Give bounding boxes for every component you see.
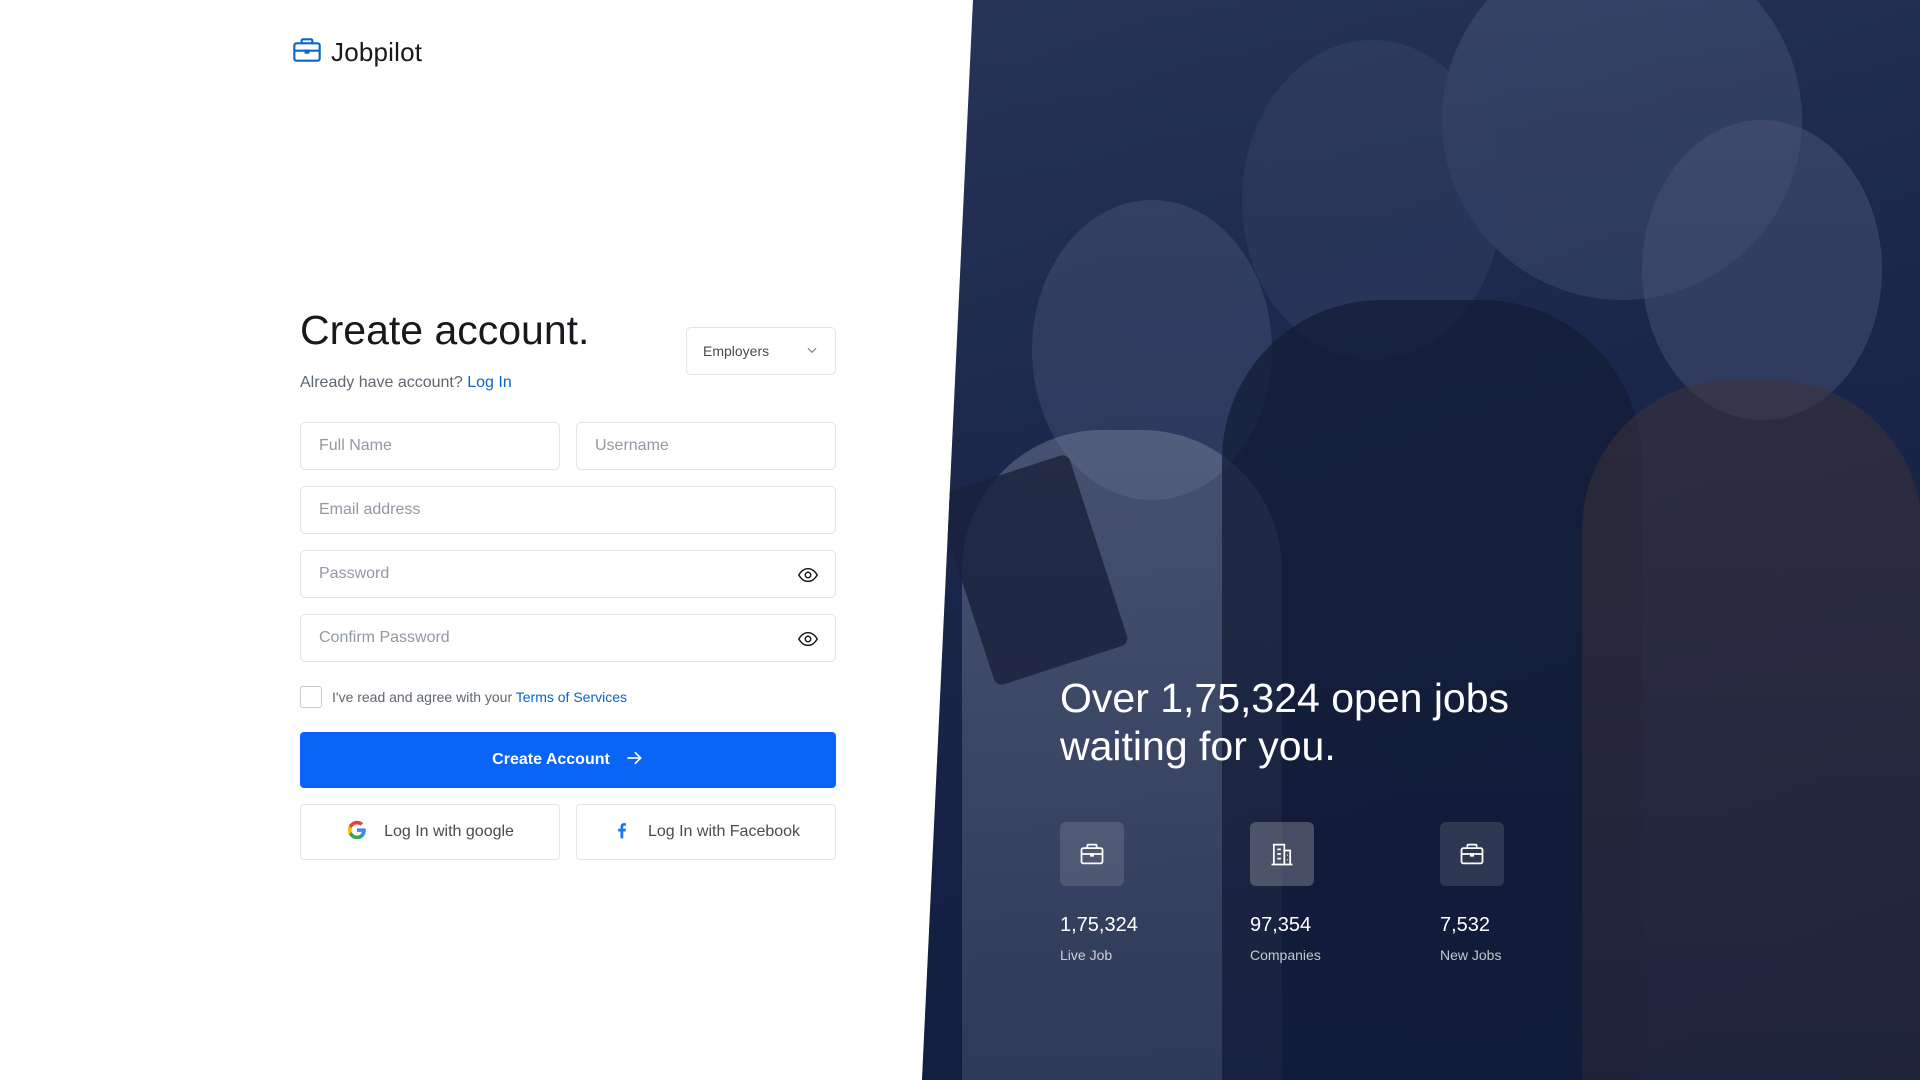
stat-label: Companies <box>1250 947 1321 963</box>
google-icon <box>346 819 368 846</box>
terms-checkbox[interactable] <box>300 686 322 708</box>
password-input[interactable] <box>301 551 835 597</box>
stat-value: 97,354 <box>1250 914 1312 936</box>
username-field <box>576 422 836 470</box>
social-login-row: Log In with google Log In with Facebook <box>300 804 836 860</box>
page-title: Create account. <box>300 307 590 353</box>
confirm-password-field <box>300 614 836 662</box>
email-row <box>300 486 836 534</box>
facebook-login-label: Log In with Facebook <box>647 823 801 840</box>
terms-agreement: I've read and agree with your Terms of S… <box>300 686 836 708</box>
login-prompt-text: Already have account? <box>300 374 463 391</box>
stats-list: 1,75,324 Live Job 97,354 Companies 7,532… <box>1060 822 1630 963</box>
chevron-down-icon <box>805 343 819 360</box>
full-name-field <box>300 422 560 470</box>
logo[interactable]: Jobpilot <box>291 34 422 71</box>
stat-value: 1,75,324 <box>1060 914 1138 936</box>
login-prompt: Already have account? Log In <box>300 374 589 392</box>
google-login-label: Log In with google <box>384 823 514 840</box>
signup-form: Create account. Already have account? Lo… <box>300 306 836 860</box>
briefcase-icon <box>1060 822 1124 886</box>
create-account-button[interactable]: Create Account <box>300 732 836 788</box>
login-link[interactable]: Log In <box>467 374 511 391</box>
arrow-right-icon <box>624 748 644 773</box>
facebook-icon <box>612 820 632 845</box>
stat-live-jobs: 1,75,324 Live Job <box>1060 822 1250 963</box>
logo-text: Jobpilot <box>331 37 423 67</box>
password-field <box>300 550 836 598</box>
confirm-password-row <box>300 614 836 662</box>
facebook-login-button[interactable]: Log In with Facebook <box>576 804 836 860</box>
eye-icon[interactable] <box>797 628 819 650</box>
stat-value: 7,532 <box>1440 914 1491 936</box>
confirm-password-input[interactable] <box>301 615 835 661</box>
create-account-label: Create Account <box>492 751 610 768</box>
terms-prefix: I've read and agree with your <box>332 689 513 705</box>
account-type-value: Employers <box>703 343 770 359</box>
stat-companies: 97,354 Companies <box>1250 822 1440 963</box>
terms-link[interactable]: Terms of Services <box>516 689 627 705</box>
stat-label: Live Job <box>1060 947 1113 963</box>
google-login-button[interactable]: Log In with google <box>300 804 560 860</box>
stat-new-jobs: 7,532 New Jobs <box>1440 822 1630 963</box>
email-input[interactable] <box>301 487 835 533</box>
stat-label: New Jobs <box>1440 947 1502 963</box>
hero-headline: Over 1,75,324 open jobs waiting for you. <box>1060 675 1510 769</box>
terms-text: I've read and agree with your Terms of S… <box>332 689 627 705</box>
name-row <box>300 422 836 470</box>
form-heading: Create account. Already have account? Lo… <box>300 306 589 392</box>
briefcase-icon <box>1440 822 1504 886</box>
briefcase-icon <box>291 34 323 71</box>
full-name-input[interactable] <box>301 423 559 469</box>
account-type-select[interactable]: Employers <box>686 327 836 375</box>
form-header: Create account. Already have account? Lo… <box>300 306 836 392</box>
hero-panel: Over 1,75,324 open jobs waiting for you.… <box>922 0 1920 1080</box>
eye-icon[interactable] <box>797 564 819 586</box>
username-input[interactable] <box>577 423 835 469</box>
email-field <box>300 486 836 534</box>
buildings-icon <box>1250 822 1314 886</box>
password-row <box>300 550 836 598</box>
